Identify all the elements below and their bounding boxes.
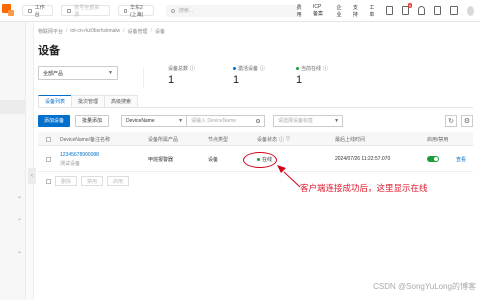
watermark: CSDN @SongYuLong的博客 [373, 282, 476, 291]
annotation-arrow [277, 165, 301, 188]
annotation-text: 客户端连接成功后，这里显示在线 [300, 184, 428, 194]
